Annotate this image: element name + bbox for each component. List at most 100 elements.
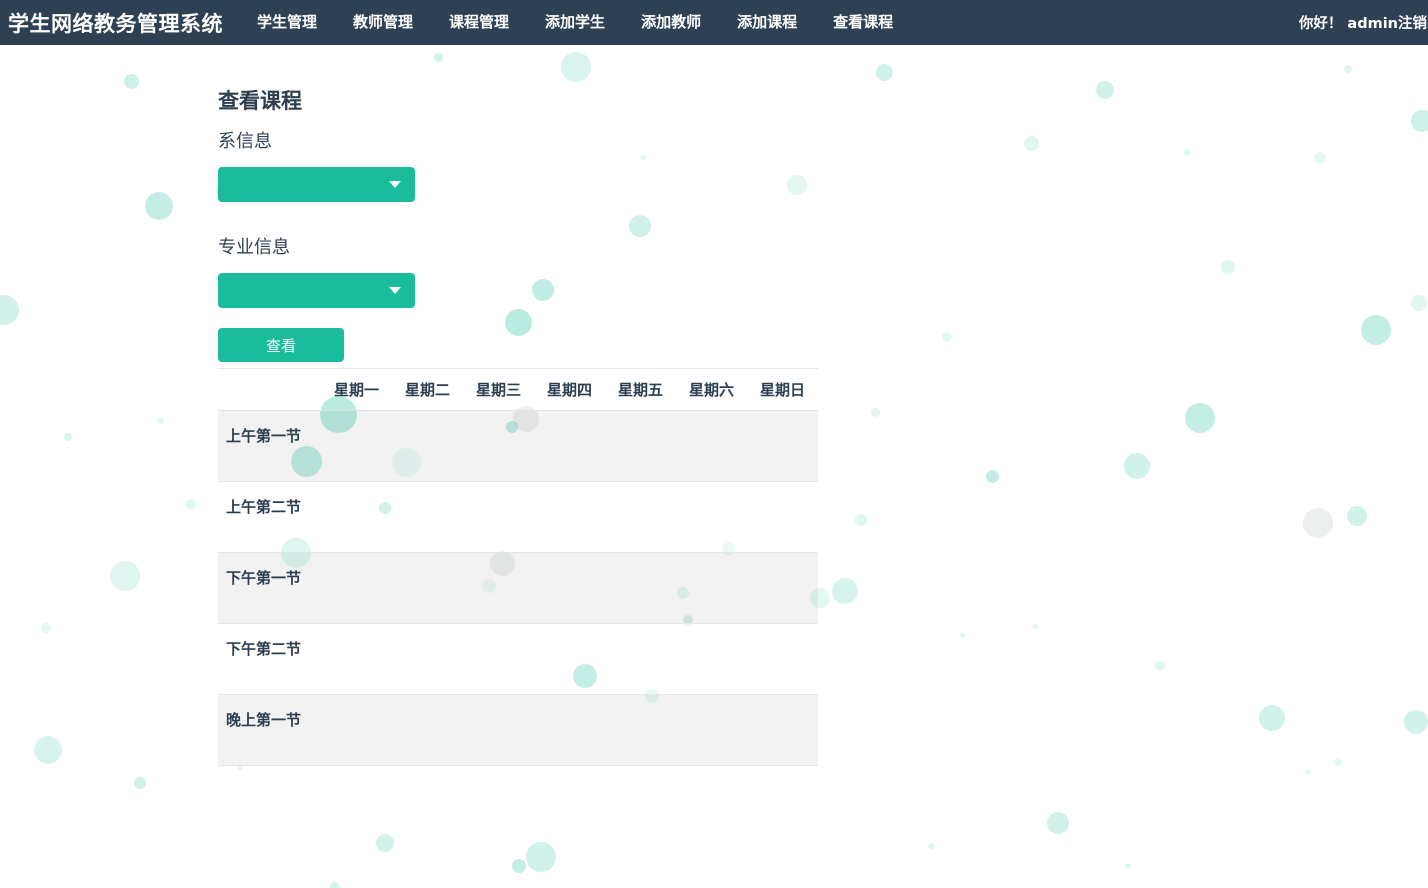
timetable-cell: [747, 623, 818, 695]
bubble: [1303, 508, 1333, 538]
timetable-cell: [747, 552, 818, 624]
timetable-cell: [676, 410, 747, 482]
major-label: 专业信息: [218, 237, 290, 258]
logout-link[interactable]: 注销: [1398, 12, 1427, 33]
timetable-cell: [392, 552, 463, 624]
timetable-cell: [534, 410, 605, 482]
navbar-user-area: 你好！ admin 注销: [1299, 12, 1428, 33]
timetable-cell: [321, 410, 392, 482]
timetable-cell: [463, 481, 534, 553]
nav-item-学生管理[interactable]: 学生管理: [239, 0, 335, 45]
bubble: [145, 192, 173, 220]
bubble: [1334, 758, 1342, 766]
day-header: 星期四: [534, 368, 605, 411]
timetable-cell: [676, 623, 747, 695]
bubble: [875, 63, 893, 81]
timetable-cell: [392, 410, 463, 482]
timetable-cell: [534, 694, 605, 766]
day-header: 星期日: [747, 368, 818, 411]
timetable-cell: [605, 694, 676, 766]
timetable-cell: [392, 694, 463, 766]
bubble: [1185, 403, 1215, 433]
bubble: [1411, 295, 1427, 311]
timetable-cell: [605, 410, 676, 482]
bubble: [1221, 260, 1235, 274]
bubble: [1023, 135, 1039, 151]
bubble: [1124, 453, 1150, 479]
timetable-row: 下午第一节: [218, 552, 818, 624]
bubble: [376, 834, 394, 852]
timetable-row: 晚上第一节: [218, 694, 818, 766]
day-header: 星期一: [321, 368, 392, 411]
bubble: [985, 469, 999, 483]
app-brand[interactable]: 学生网络教务管理系统: [0, 8, 223, 38]
timetable-cell: [392, 623, 463, 695]
timetable-cell: [676, 694, 747, 766]
bubble: [942, 332, 952, 342]
bubble: [927, 842, 935, 850]
main-content: 查看课程 系信息 专业信息 查看 星期一 星期二 星期三 星期四 星期五 星期六 星期日 上…: [218, 45, 818, 766]
bubble: [1183, 148, 1191, 156]
bubble: [1344, 65, 1352, 73]
day-header: 星期三: [463, 368, 534, 411]
bubble: [512, 859, 526, 873]
timetable-cell: [321, 552, 392, 624]
timetable-row: 上午第二节: [218, 481, 818, 553]
bubble: [1155, 661, 1165, 671]
day-header: 星期六: [676, 368, 747, 411]
timetable-cell: [676, 481, 747, 553]
nav-item-课程管理[interactable]: 课程管理: [431, 0, 527, 45]
bubble: [1404, 710, 1428, 734]
timetable-cell: [747, 410, 818, 482]
bubble: [959, 632, 965, 638]
top-navbar: 学生网络教务管理系统 学生管理 教师管理 课程管理 添加学生 添加教师 添加课程 查看课程 …: [0, 0, 1428, 45]
course-timetable: 星期一 星期二 星期三 星期四 星期五 星期六 星期日 上午第一节 上午第二节 下午第一节 下午第…: [218, 368, 818, 766]
nav-item-添加教师[interactable]: 添加教师: [623, 0, 719, 45]
timetable-cell: [321, 694, 392, 766]
timetable-cell: [321, 481, 392, 553]
bubble: [123, 73, 139, 89]
bubble: [186, 499, 196, 509]
timetable-row: 上午第一节: [218, 410, 818, 482]
bubble: [1314, 152, 1326, 164]
department-select[interactable]: [218, 167, 415, 202]
nav-menu: 学生管理 教师管理 课程管理 添加学生 添加教师 添加课程 查看课程: [239, 0, 911, 45]
caret-down-icon: [389, 287, 401, 294]
bubble: [1032, 623, 1038, 629]
timetable-cell: [321, 623, 392, 695]
period-label: 上午第一节: [218, 410, 321, 482]
view-button[interactable]: 查看: [218, 328, 344, 362]
bubble: [832, 578, 858, 604]
timetable-cell: [605, 623, 676, 695]
bubble: [156, 416, 164, 424]
timetable-cell: [676, 552, 747, 624]
nav-item-添加课程[interactable]: 添加课程: [719, 0, 815, 45]
timetable-cell: [463, 623, 534, 695]
timetable-row: 下午第二节: [218, 623, 818, 695]
page: 学生网络教务管理系统 学生管理 教师管理 课程管理 添加学生 添加教师 添加课程 查看课程 …: [0, 0, 1428, 888]
timetable-cell: [534, 623, 605, 695]
bubble: [1361, 315, 1391, 345]
period-column-header: [218, 368, 321, 411]
caret-down-icon: [389, 181, 401, 188]
timetable-cell: [392, 481, 463, 553]
timetable-cell: [605, 481, 676, 553]
bubble: [1125, 863, 1131, 869]
period-label: 下午第二节: [218, 623, 321, 695]
day-header: 星期五: [605, 368, 676, 411]
user-greeting: 你好！ admin: [1298, 16, 1398, 32]
nav-item-查看课程[interactable]: 查看课程: [815, 0, 911, 45]
major-select[interactable]: [218, 273, 415, 308]
timetable-cell: [534, 481, 605, 553]
bubble: [1305, 769, 1311, 775]
bubble: [1411, 110, 1428, 132]
nav-item-教师管理[interactable]: 教师管理: [335, 0, 431, 45]
bubble: [34, 736, 62, 764]
period-label: 下午第一节: [218, 552, 321, 624]
nav-item-添加学生[interactable]: 添加学生: [527, 0, 623, 45]
timetable-cell: [747, 694, 818, 766]
timetable-cell: [605, 552, 676, 624]
period-label: 晚上第一节: [218, 694, 321, 766]
bubble: [1096, 81, 1114, 99]
timetable-cell: [463, 694, 534, 766]
